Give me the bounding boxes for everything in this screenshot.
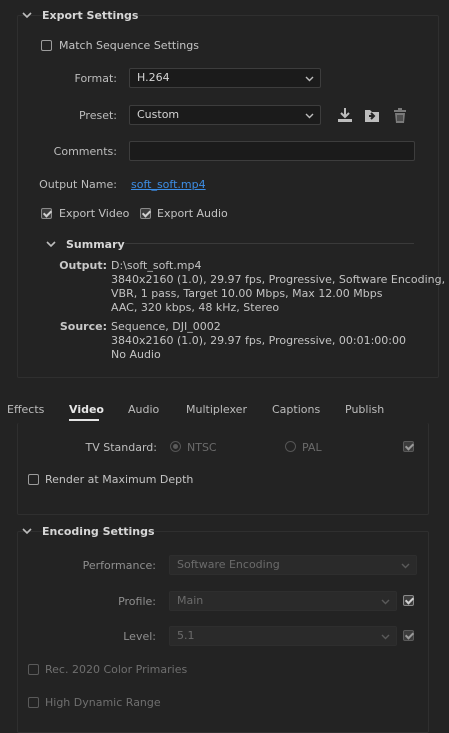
export-video-label: Export Video <box>59 207 130 220</box>
preset-value: Custom <box>137 108 180 121</box>
tab-captions[interactable]: Captions <box>272 403 320 416</box>
export-settings-header: Export Settings <box>42 9 139 22</box>
profile-select[interactable]: Main <box>169 591 397 611</box>
hdr-label: High Dynamic Range <box>45 696 161 709</box>
hdr-checkbox[interactable] <box>28 697 39 708</box>
export-audio-checkbox[interactable] <box>140 208 151 219</box>
match-sequence-label: Match Sequence Settings <box>59 39 199 52</box>
summary-source-line: No Audio <box>111 348 161 361</box>
summary-output-line: D:\soft_soft.mp4 <box>111 259 202 272</box>
export-audio-label: Export Audio <box>157 207 228 220</box>
profile-label: Profile: <box>118 595 156 608</box>
chevron-down-icon <box>401 563 410 569</box>
rec2020-checkbox[interactable] <box>28 664 39 675</box>
performance-select[interactable]: Software Encoding <box>169 555 417 575</box>
tab-multiplexer[interactable]: Multiplexer <box>186 403 247 416</box>
render-max-depth-label: Render at Maximum Depth <box>45 473 194 486</box>
output-name-link[interactable]: soft_soft.mp4 <box>131 178 206 191</box>
summary-source-line: Sequence, DJI_0002 <box>111 320 221 333</box>
encoding-settings-collapse-icon[interactable] <box>21 525 33 537</box>
comments-label: Comments: <box>53 145 117 158</box>
chevron-down-icon <box>305 113 314 119</box>
ntsc-label: NTSC <box>187 441 217 454</box>
comments-input[interactable] <box>129 141 415 161</box>
summary-output-label: Output: <box>59 259 107 272</box>
import-preset-icon[interactable] <box>362 105 382 125</box>
chevron-down-icon <box>305 76 314 82</box>
export-video-checkbox[interactable] <box>41 208 52 219</box>
pal-radio[interactable] <box>285 441 296 452</box>
pal-label: PAL <box>302 441 322 454</box>
tab-publish[interactable]: Publish <box>345 403 384 416</box>
level-select[interactable]: 5.1 <box>169 626 397 646</box>
format-label: Format: <box>74 72 117 85</box>
level-label: Level: <box>123 630 156 643</box>
tab-video-underline <box>69 419 99 421</box>
level-match-checkbox[interactable] <box>403 630 414 641</box>
settings-tab-bar: Effects Video Audio Multiplexer Captions… <box>0 397 449 423</box>
profile-value: Main <box>177 594 204 607</box>
video-basic-panel <box>17 423 429 515</box>
encoding-settings-header: Encoding Settings <box>42 525 155 538</box>
summary-source-line: 3840x2160 (1.0), 29.97 fps, Progressive,… <box>111 334 407 347</box>
summary-output-line: VBR, 1 pass, Target 10.00 Mbps, Max 12.0… <box>111 287 383 300</box>
summary-divider <box>125 243 414 244</box>
summary-output-line: AAC, 320 kbps, 48 kHz, Stereo <box>111 301 280 314</box>
summary-source-label: Source: <box>59 320 107 333</box>
format-select[interactable]: H.264 <box>129 68 321 88</box>
save-preset-icon[interactable] <box>335 105 355 125</box>
preset-label: Preset: <box>78 109 117 122</box>
tab-effects[interactable]: Effects <box>7 403 44 416</box>
preset-select[interactable]: Custom <box>129 105 321 125</box>
summary-output-line: 3840x2160 (1.0), 29.97 fps, Progressive,… <box>111 273 449 286</box>
chevron-down-icon <box>381 599 390 605</box>
match-sequence-checkbox[interactable] <box>41 40 52 51</box>
tab-video[interactable]: Video <box>69 403 104 416</box>
profile-match-checkbox[interactable] <box>403 595 414 606</box>
summary-header: Summary <box>66 238 125 251</box>
render-max-depth-checkbox[interactable] <box>28 474 39 485</box>
trash-icon[interactable] <box>390 105 410 125</box>
chevron-down-icon <box>381 634 390 640</box>
tv-standard-match-checkbox[interactable] <box>403 441 414 452</box>
level-value: 5.1 <box>177 629 195 642</box>
rec2020-label: Rec. 2020 Color Primaries <box>45 663 188 676</box>
performance-label: Performance: <box>82 559 156 572</box>
tab-audio[interactable]: Audio <box>128 403 159 416</box>
format-value: H.264 <box>137 71 170 84</box>
output-name-label: Output Name: <box>39 178 117 191</box>
export-settings-collapse-icon[interactable] <box>21 9 33 21</box>
tv-standard-label: TV Standard: <box>85 441 158 454</box>
summary-collapse-icon[interactable] <box>45 238 57 250</box>
ntsc-radio[interactable] <box>170 441 181 452</box>
performance-value: Software Encoding <box>177 558 280 571</box>
